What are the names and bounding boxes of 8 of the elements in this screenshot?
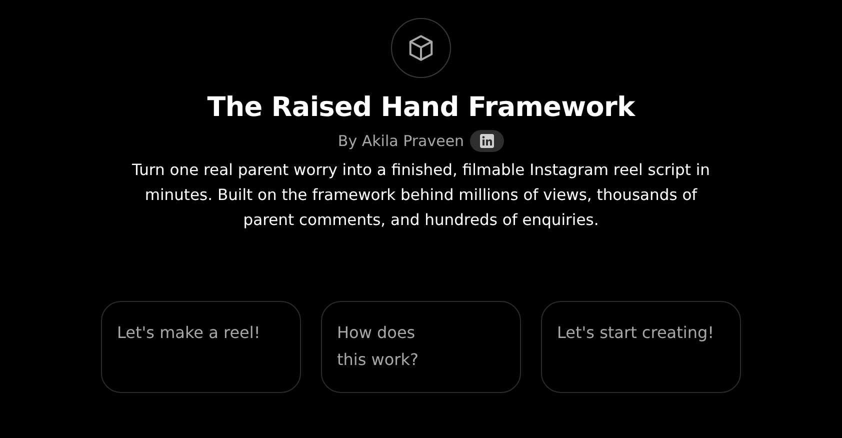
author-byline: By Akila Praveen bbox=[338, 131, 464, 152]
suggestion-card[interactable]: Let's make a reel! bbox=[101, 301, 301, 393]
linkedin-link[interactable] bbox=[470, 130, 504, 152]
page-title: The Raised Hand Framework bbox=[207, 91, 635, 125]
suggestion-card[interactable]: How does this work? bbox=[321, 301, 521, 393]
suggestion-card[interactable]: Let's start creating! bbox=[541, 301, 741, 393]
description: Turn one real parent worry into a finished, filmable Instagram reel script in minutes. Built on the framework behind millions of views, thousands of parent comments, and hundreds of enquiries. bbox=[131, 160, 711, 231]
linkedin-icon bbox=[480, 134, 494, 148]
